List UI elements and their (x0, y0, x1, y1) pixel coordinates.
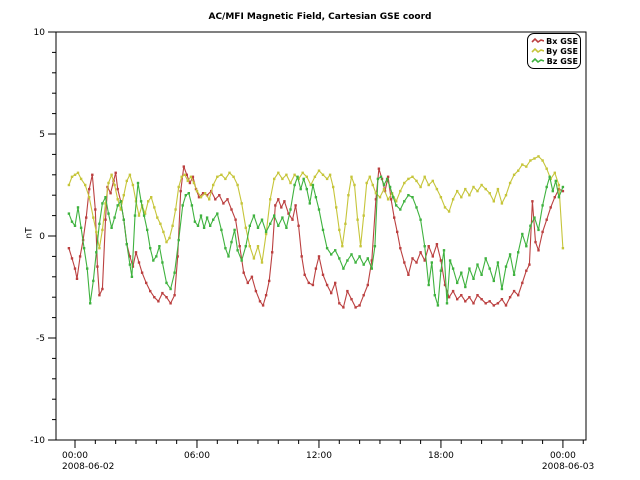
page-title: AC/MFI Magnetic Field, Cartesian GSE coo… (0, 12, 640, 22)
series-bz-gse (68, 176, 564, 307)
legend-label-by: By GSE (546, 47, 578, 56)
y-axis-label: nT (25, 227, 35, 238)
svg-text:10: 10 (34, 28, 46, 38)
svg-text:18:00: 18:00 (428, 451, 454, 461)
svg-text:12:00: 12:00 (306, 451, 332, 461)
plot-window: AC/MFI Magnetic Field, Cartesian GSE coo… (0, 0, 640, 480)
plot-area: 1050-5-1000:0006:0012:0018:0000:002008-0… (0, 0, 640, 480)
plot-border (56, 32, 586, 440)
legend-label-bx: Bx GSE (546, 37, 578, 46)
legend-item-bz: Bz GSE (531, 56, 578, 66)
svg-text:06:00: 06:00 (184, 451, 210, 461)
bx-line-marker-icon (531, 37, 544, 45)
x-axis-ticks: 00:00 06:00 12:00 18:00 00:00 (62, 440, 583, 461)
legend-item-bx: Bx GSE (531, 36, 578, 46)
legend: Bx GSE By GSE Bz GSE (527, 33, 581, 69)
bz-line-marker-icon (531, 57, 545, 65)
svg-text:-5: -5 (36, 334, 45, 344)
legend-item-by: By GSE (531, 46, 578, 56)
svg-text:5: 5 (39, 130, 45, 140)
series-bx-gse (68, 165, 564, 308)
series-by-gse (68, 155, 564, 263)
date-label-right: 2008-06-03 (542, 462, 594, 472)
legend-label-bz: Bz GSE (547, 57, 578, 66)
svg-text:0: 0 (39, 232, 45, 242)
svg-text:00:00: 00:00 (62, 451, 88, 461)
date-label-left: 2008-06-02 (62, 462, 114, 472)
svg-text:-10: -10 (30, 436, 45, 446)
by-line-marker-icon (531, 47, 544, 55)
svg-text:00:00: 00:00 (550, 451, 576, 461)
